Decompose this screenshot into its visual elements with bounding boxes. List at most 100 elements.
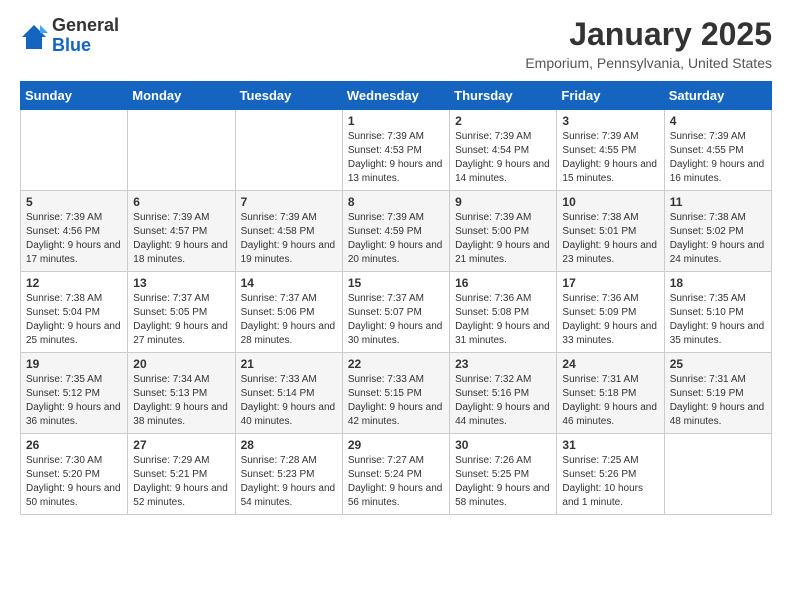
day-number: 27 (133, 438, 229, 452)
logo-text: General Blue (52, 16, 119, 56)
day-info: Sunrise: 7:32 AMSunset: 5:16 PMDaylight:… (455, 373, 551, 429)
day-info: Sunrise: 7:38 AMSunset: 5:04 PMDaylight:… (26, 292, 122, 348)
weekday-header: Wednesday (342, 82, 449, 110)
calendar-week-row: 12 Sunrise: 7:38 AMSunset: 5:04 PMDayligh… (21, 272, 772, 353)
day-info: Sunrise: 7:38 AMSunset: 5:01 PMDaylight:… (562, 211, 658, 267)
calendar-cell: 23 Sunrise: 7:32 AMSunset: 5:16 PMDayligh… (450, 353, 557, 434)
day-number: 8 (348, 195, 444, 209)
day-number: 15 (348, 276, 444, 290)
day-number: 4 (670, 114, 766, 128)
calendar-cell: 27 Sunrise: 7:29 AMSunset: 5:21 PMDayligh… (128, 434, 235, 515)
day-number: 14 (241, 276, 337, 290)
day-info: Sunrise: 7:39 AMSunset: 5:00 PMDaylight:… (455, 211, 551, 267)
day-number: 10 (562, 195, 658, 209)
calendar-cell: 10 Sunrise: 7:38 AMSunset: 5:01 PMDayligh… (557, 191, 664, 272)
day-number: 6 (133, 195, 229, 209)
weekday-header: Thursday (450, 82, 557, 110)
day-number: 13 (133, 276, 229, 290)
day-number: 3 (562, 114, 658, 128)
day-number: 30 (455, 438, 551, 452)
calendar-cell: 8 Sunrise: 7:39 AMSunset: 4:59 PMDaylight… (342, 191, 449, 272)
day-info: Sunrise: 7:35 AMSunset: 5:12 PMDaylight:… (26, 373, 122, 429)
day-number: 25 (670, 357, 766, 371)
day-number: 12 (26, 276, 122, 290)
day-info: Sunrise: 7:36 AMSunset: 5:09 PMDaylight:… (562, 292, 658, 348)
calendar-cell: 30Sunrise: 7:26 AMSunset: 5:25 PMDayligh… (450, 434, 557, 515)
calendar-cell (664, 434, 771, 515)
day-number: 16 (455, 276, 551, 290)
weekday-header: Monday (128, 82, 235, 110)
day-info: Sunrise: 7:33 AMSunset: 5:14 PMDaylight:… (241, 373, 337, 429)
calendar-cell: 22 Sunrise: 7:33 AMSunset: 5:15 PMDayligh… (342, 353, 449, 434)
day-info: Sunrise: 7:39 AMSunset: 4:56 PMDaylight:… (26, 211, 122, 267)
calendar-cell: 3 Sunrise: 7:39 AMSunset: 4:55 PMDaylight… (557, 110, 664, 191)
weekday-header: Tuesday (235, 82, 342, 110)
calendar-cell: 2Sunrise: 7:39 AMSunset: 4:54 PMDaylight… (450, 110, 557, 191)
calendar-cell: 20Sunrise: 7:34 AMSunset: 5:13 PMDayligh… (128, 353, 235, 434)
calendar-cell: 21 Sunrise: 7:33 AMSunset: 5:14 PMDayligh… (235, 353, 342, 434)
day-info: Sunrise: 7:39 AMSunset: 4:55 PMDaylight:… (670, 130, 766, 186)
calendar-cell: 18 Sunrise: 7:35 AMSunset: 5:10 PMDayligh… (664, 272, 771, 353)
page-header: General Blue January 2025 Emporium, Penn… (20, 16, 772, 71)
logo-general-text: General (52, 16, 119, 36)
calendar-cell: 15Sunrise: 7:37 AMSunset: 5:07 PMDayligh… (342, 272, 449, 353)
day-number: 20 (133, 357, 229, 371)
day-info: Sunrise: 7:39 AMSunset: 4:57 PMDaylight:… (133, 211, 229, 267)
calendar-week-row: 1 Sunrise: 7:39 AMSunset: 4:53 PMDaylight… (21, 110, 772, 191)
day-info: Sunrise: 7:28 AMSunset: 5:23 PMDaylight:… (241, 454, 337, 510)
calendar-cell: 19 Sunrise: 7:35 AMSunset: 5:12 PMDayligh… (21, 353, 128, 434)
day-number: 23 (455, 357, 551, 371)
calendar-cell: 12 Sunrise: 7:38 AMSunset: 5:04 PMDayligh… (21, 272, 128, 353)
day-number: 26 (26, 438, 122, 452)
calendar-cell: 26 Sunrise: 7:30 AMSunset: 5:20 PMDayligh… (21, 434, 128, 515)
day-info: Sunrise: 7:29 AMSunset: 5:21 PMDaylight:… (133, 454, 229, 510)
calendar-cell: 1 Sunrise: 7:39 AMSunset: 4:53 PMDaylight… (342, 110, 449, 191)
day-number: 18 (670, 276, 766, 290)
calendar-cell (235, 110, 342, 191)
month-title: January 2025 (525, 16, 772, 53)
day-info: Sunrise: 7:31 AMSunset: 5:18 PMDaylight:… (562, 373, 658, 429)
day-number: 31 (562, 438, 658, 452)
calendar-cell: 29 Sunrise: 7:27 AMSunset: 5:24 PMDayligh… (342, 434, 449, 515)
day-number: 11 (670, 195, 766, 209)
day-info: Sunrise: 7:39 AMSunset: 4:53 PMDaylight:… (348, 130, 444, 186)
day-info: Sunrise: 7:31 AMSunset: 5:19 PMDaylight:… (670, 373, 766, 429)
calendar-week-row: 26 Sunrise: 7:30 AMSunset: 5:20 PMDayligh… (21, 434, 772, 515)
weekday-header: Saturday (664, 82, 771, 110)
calendar-cell: 25 Sunrise: 7:31 AMSunset: 5:19 PMDayligh… (664, 353, 771, 434)
day-info: Sunrise: 7:39 AMSunset: 4:58 PMDaylight:… (241, 211, 337, 267)
day-number: 22 (348, 357, 444, 371)
day-number: 24 (562, 357, 658, 371)
day-info: Sunrise: 7:39 AMSunset: 4:59 PMDaylight:… (348, 211, 444, 267)
calendar-cell: 4 Sunrise: 7:39 AMSunset: 4:55 PMDaylight… (664, 110, 771, 191)
day-number: 1 (348, 114, 444, 128)
calendar-cell: 7 Sunrise: 7:39 AMSunset: 4:58 PMDaylight… (235, 191, 342, 272)
day-number: 21 (241, 357, 337, 371)
day-info: Sunrise: 7:25 AMSunset: 5:26 PMDaylight:… (562, 454, 658, 510)
calendar-header-row: SundayMondayTuesdayWednesdayThursdayFrid… (21, 82, 772, 110)
day-number: 29 (348, 438, 444, 452)
day-number: 9 (455, 195, 551, 209)
logo-blue-text: Blue (52, 36, 119, 56)
calendar-cell (21, 110, 128, 191)
day-info: Sunrise: 7:33 AMSunset: 5:15 PMDaylight:… (348, 373, 444, 429)
calendar-cell: 24 Sunrise: 7:31 AMSunset: 5:18 PMDayligh… (557, 353, 664, 434)
day-info: Sunrise: 7:30 AMSunset: 5:20 PMDaylight:… (26, 454, 122, 510)
calendar-cell: 16 Sunrise: 7:36 AMSunset: 5:08 PMDayligh… (450, 272, 557, 353)
day-info: Sunrise: 7:27 AMSunset: 5:24 PMDaylight:… (348, 454, 444, 510)
day-info: Sunrise: 7:37 AMSunset: 5:05 PMDaylight:… (133, 292, 229, 348)
day-info: Sunrise: 7:35 AMSunset: 5:10 PMDaylight:… (670, 292, 766, 348)
day-info: Sunrise: 7:37 AMSunset: 5:06 PMDaylight:… (241, 292, 337, 348)
day-info: Sunrise: 7:39 AMSunset: 4:55 PMDaylight:… (562, 130, 658, 186)
day-info: Sunrise: 7:36 AMSunset: 5:08 PMDaylight:… (455, 292, 551, 348)
weekday-header: Friday (557, 82, 664, 110)
logo: General Blue (20, 16, 119, 56)
day-number: 7 (241, 195, 337, 209)
calendar-cell: 13 Sunrise: 7:37 AMSunset: 5:05 PMDayligh… (128, 272, 235, 353)
calendar-cell: 17Sunrise: 7:36 AMSunset: 5:09 PMDayligh… (557, 272, 664, 353)
calendar-week-row: 19 Sunrise: 7:35 AMSunset: 5:12 PMDayligh… (21, 353, 772, 434)
title-block: January 2025 Emporium, Pennsylvania, Uni… (525, 16, 772, 71)
calendar-cell: 9 Sunrise: 7:39 AMSunset: 5:00 PMDaylight… (450, 191, 557, 272)
day-number: 19 (26, 357, 122, 371)
weekday-header: Sunday (21, 82, 128, 110)
